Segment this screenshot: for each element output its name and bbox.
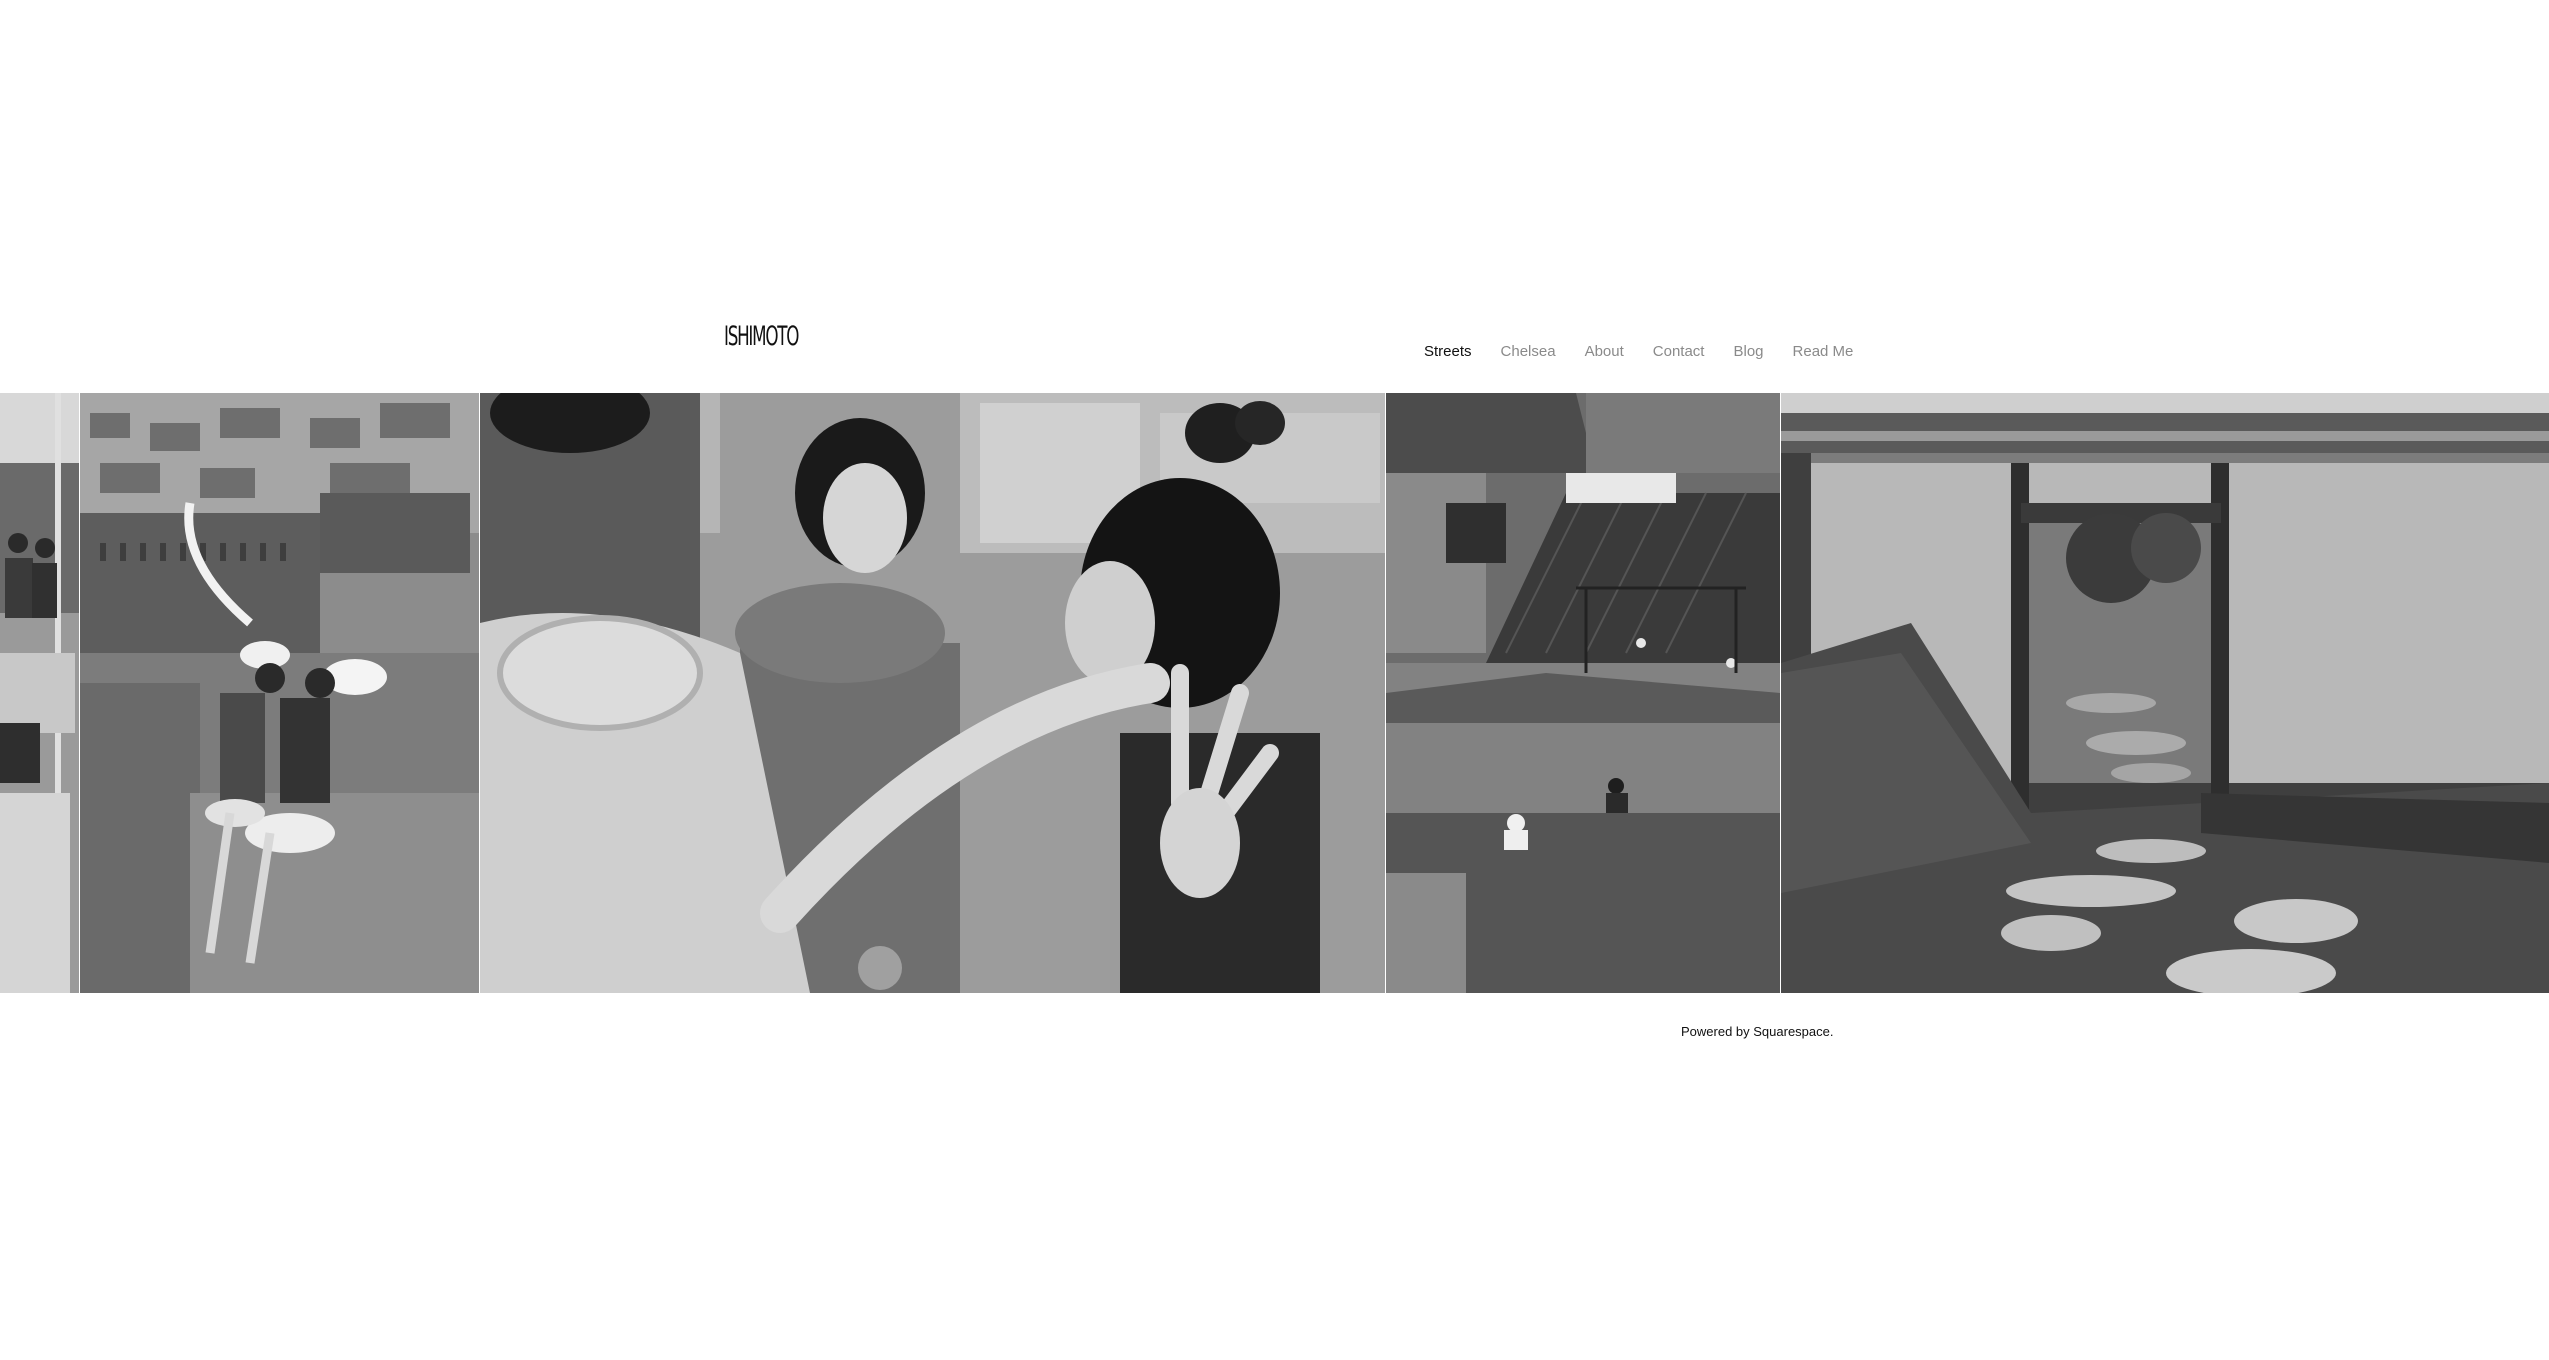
gallery-photo-office-interior[interactable] [0,393,79,993]
powered-by-squarespace[interactable]: Powered by Squarespace. [1681,1024,1833,1039]
photo-gallery-strip[interactable] [0,393,2549,993]
nav-item-about[interactable]: About [1585,342,1624,362]
nav-item-contact[interactable]: Contact [1653,342,1705,362]
gallery-photo-rooftops[interactable] [1386,393,1780,993]
main-nav: Streets Chelsea About Contact Blog Read … [1424,342,1853,362]
gallery-photo-girls-rooftop[interactable] [80,393,479,993]
nav-item-blog[interactable]: Blog [1733,342,1763,362]
site-header: ISHIMOTO Streets Chelsea About Contact B… [0,0,2549,393]
nav-item-read-me[interactable]: Read Me [1793,342,1854,362]
nav-item-streets[interactable]: Streets [1424,342,1472,362]
gallery-photo-women-laughing[interactable] [480,393,1385,993]
gallery-photo-garden-gate[interactable] [1781,393,2549,993]
site-logo[interactable]: ISHIMOTO [724,323,799,350]
nav-item-chelsea[interactable]: Chelsea [1501,342,1556,362]
